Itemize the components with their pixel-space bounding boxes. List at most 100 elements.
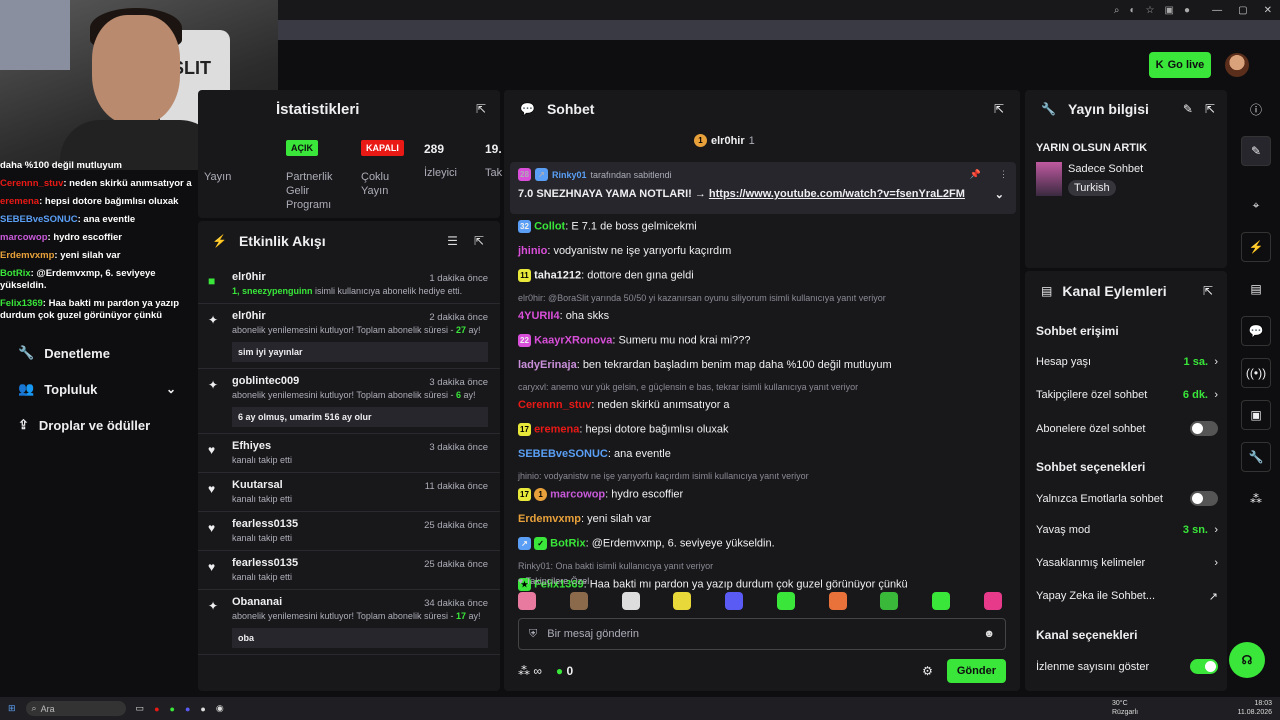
- popout-icon[interactable]: ⇱: [994, 102, 1020, 116]
- stream-info-panel: 🔧 Yayın bilgisi ✎ ⇱ YARIN OLSUN ARTIK Sad…: [1025, 90, 1227, 268]
- followers-only-row[interactable]: Takipçilere özel sohbet 6 dk. ›: [1036, 389, 1218, 401]
- filter-icon[interactable]: ☰: [447, 234, 458, 248]
- more-icon[interactable]: ⋮: [999, 169, 1008, 180]
- edit-icon[interactable]: ✎: [1183, 102, 1193, 116]
- sidebar-item-drops[interactable]: ⇪ Droplar ve ödüller: [0, 407, 198, 443]
- follower-count: 19.: [485, 142, 502, 156]
- info-icon[interactable]: ⓘ: [1241, 94, 1271, 124]
- document-icon[interactable]: ▤: [1241, 274, 1271, 304]
- emote[interactable]: [569, 592, 588, 610]
- chat-input[interactable]: ⛨ Bir mesaj gönderin ☻: [518, 618, 1006, 650]
- sidebar-item-moderation[interactable]: 🔧 Denetleme: [0, 335, 198, 371]
- close-icon[interactable]: ✕: [1264, 5, 1272, 16]
- gear-icon[interactable]: ⚙: [922, 664, 933, 678]
- emote[interactable]: [983, 592, 1002, 610]
- pin-icon[interactable]: 📌: [970, 169, 981, 180]
- popout-icon[interactable]: ⇱: [474, 234, 484, 248]
- translate-icon[interactable]: ◐: [1129, 5, 1135, 16]
- weather-widget[interactable]: 30°C Rüzgarlı: [1112, 699, 1138, 717]
- card-icon[interactable]: ▣: [1241, 400, 1271, 430]
- points-icon[interactable]: ⁂ ∞: [518, 664, 542, 678]
- face: [92, 15, 180, 125]
- browser-icon[interactable]: ●: [154, 704, 159, 714]
- send-button[interactable]: Gönder: [946, 659, 1006, 683]
- extensions-icon[interactable]: ▣: [1165, 5, 1174, 16]
- chat-input-placeholder: Bir mesaj gönderin: [547, 628, 639, 640]
- chat-message: 11 taha1212: dottore den gına geldi: [518, 269, 1008, 282]
- emote[interactable]: [828, 592, 847, 610]
- heart-icon: ♥: [208, 443, 216, 457]
- wrench-icon[interactable]: 🔧: [1241, 442, 1271, 472]
- profile-icon[interactable]: ●: [1184, 5, 1190, 16]
- clock[interactable]: 18:03 11.08.2026: [1237, 699, 1272, 717]
- banned-words-row[interactable]: Yasaklanmış kelimeler ›: [1036, 557, 1218, 569]
- channel-actions-panel: ▤ Kanal Eylemleri ⇱ Sohbet erişimi Hesap…: [1025, 271, 1227, 691]
- show-viewers-toggle[interactable]: [1190, 659, 1218, 674]
- crosshair-icon[interactable]: ⌖: [1241, 190, 1271, 220]
- chat-message: 17 1 marcowop: hydro escoffier: [518, 488, 1008, 501]
- emote[interactable]: [673, 592, 692, 610]
- go-live-button[interactable]: K Go live: [1149, 52, 1211, 78]
- overlay-chat-line: daha %100 değil mutluyum: [0, 160, 122, 171]
- emotes-only-toggle[interactable]: [1190, 491, 1218, 506]
- card-icon: ▤: [1041, 284, 1053, 298]
- chevron-down-icon[interactable]: ⌄: [995, 188, 1004, 201]
- show-viewers-row: İzlenme sayısını göster: [1036, 659, 1218, 674]
- search-icon: ⌕: [31, 703, 37, 713]
- zoom-icon[interactable]: ⌕: [1114, 5, 1120, 16]
- steam-icon[interactable]: ●: [200, 704, 205, 714]
- star-icon: ✦: [208, 313, 219, 327]
- account-age-row[interactable]: Hesap yaşı 1 sa. ›: [1036, 356, 1218, 368]
- spotify-icon[interactable]: ●: [170, 704, 175, 714]
- support-button[interactable]: ☊: [1229, 642, 1265, 678]
- emote[interactable]: [776, 592, 795, 610]
- bolt-icon[interactable]: ⚡: [1241, 232, 1271, 262]
- gem-icon[interactable]: ⁂: [1241, 484, 1271, 514]
- windows-start-icon[interactable]: ⊞: [8, 703, 16, 714]
- emoji-icon[interactable]: ☻: [983, 628, 995, 640]
- folder-icon[interactable]: ▭: [136, 703, 145, 714]
- subs-only-toggle[interactable]: [1190, 421, 1218, 436]
- slow-mode-row[interactable]: Yavaş mod 3 sn. ›: [1036, 524, 1218, 536]
- star-icon: ✦: [208, 599, 219, 613]
- reply-context: caryxvl: anemo vur yük gelsin, e güçlens…: [518, 382, 859, 392]
- emote[interactable]: [880, 592, 899, 610]
- emote[interactable]: [725, 592, 744, 610]
- edit-icon[interactable]: ✎: [1241, 136, 1271, 166]
- chat-bubble-icon: 💬: [520, 102, 535, 116]
- maximize-icon[interactable]: ▢: [1238, 5, 1247, 16]
- discord-icon[interactable]: ●: [185, 704, 190, 714]
- chat-access-heading: Sohbet erişimi: [1036, 324, 1119, 338]
- kick-points[interactable]: ● 0: [556, 664, 573, 678]
- chevron-down-icon: ⌄: [165, 382, 176, 396]
- emote[interactable]: [621, 592, 640, 610]
- obs-icon[interactable]: ◉: [216, 703, 224, 714]
- minimize-icon[interactable]: —: [1212, 5, 1222, 16]
- bookmark-icon[interactable]: ☆: [1146, 5, 1155, 16]
- address-bar[interactable]: [278, 20, 1280, 40]
- popout-icon[interactable]: ⇱: [1205, 102, 1215, 116]
- chat-title: Sohbet: [546, 101, 595, 117]
- sidebar-item-community[interactable]: 👥 Topluluk ⌄: [0, 371, 198, 407]
- ai-chat-row[interactable]: Yapay Zeka ile Sohbet... ↗: [1036, 590, 1218, 603]
- taskbar: ⊞ ⌕ Ara ▭ ● ● ● ● ◉ 30°C Rüzgarlı 18:03 11.…: [0, 697, 1280, 720]
- stats-panel: İstatistikleri ⇱ Yayın AÇIK Partnerlik G…: [198, 90, 502, 218]
- overlay-chat-line: Cerennn_stuv: neden skirkü anımsatıyor a: [0, 178, 192, 189]
- chat-bubble-icon[interactable]: 💬: [1241, 316, 1271, 346]
- pinned-link[interactable]: https://www.youtube.com/watch?v=fsenYraL…: [709, 188, 965, 200]
- chevron-right-icon: ›: [1214, 557, 1218, 569]
- list-item: ♥ Efhiyes 3 dakika önce kanalı takip etti: [198, 434, 500, 473]
- taskbar-search[interactable]: ⌕ Ara: [25, 701, 126, 716]
- broadcast-icon[interactable]: ((•)): [1241, 358, 1271, 388]
- users-icon: 👥: [18, 381, 35, 396]
- popout-icon[interactable]: ⇱: [1203, 284, 1227, 298]
- popout-icon[interactable]: ⇱: [476, 102, 486, 116]
- emotes-only-row: Yalnızca Emotlarla sohbet: [1036, 491, 1218, 506]
- emote[interactable]: [518, 592, 536, 610]
- avatar[interactable]: [1225, 53, 1249, 77]
- chat-header: 💬 Sohbet ⇱: [504, 90, 1020, 128]
- activity-feed-panel: ⚡ Etkinlik Akışı ☰ ⇱ ■ elr0hir 1 dakika önc…: [198, 221, 500, 691]
- stream-label: Yayın: [204, 171, 232, 183]
- list-item: ✦ elr0hir 2 dakika önce abonelik yenilemesi…: [198, 304, 500, 369]
- emote[interactable]: [932, 592, 951, 610]
